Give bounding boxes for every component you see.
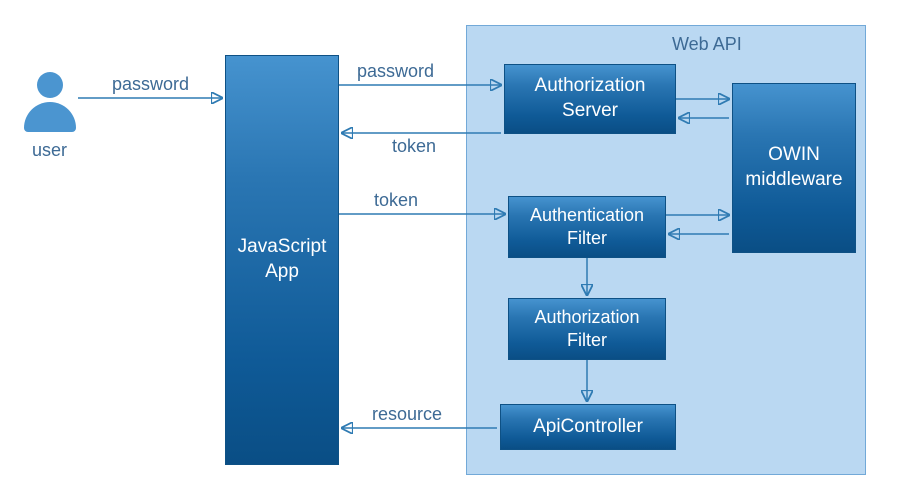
edge-api-to-app-resource: resource (372, 404, 442, 425)
edge-as-to-app-token: token (392, 136, 436, 157)
edge-app-to-as-password: password (357, 61, 434, 82)
diagram-canvas: Web API user JavaScript App Authorizatio… (0, 0, 898, 501)
edge-app-to-authn-token: token (374, 190, 418, 211)
edge-user-to-app: password (112, 74, 189, 95)
